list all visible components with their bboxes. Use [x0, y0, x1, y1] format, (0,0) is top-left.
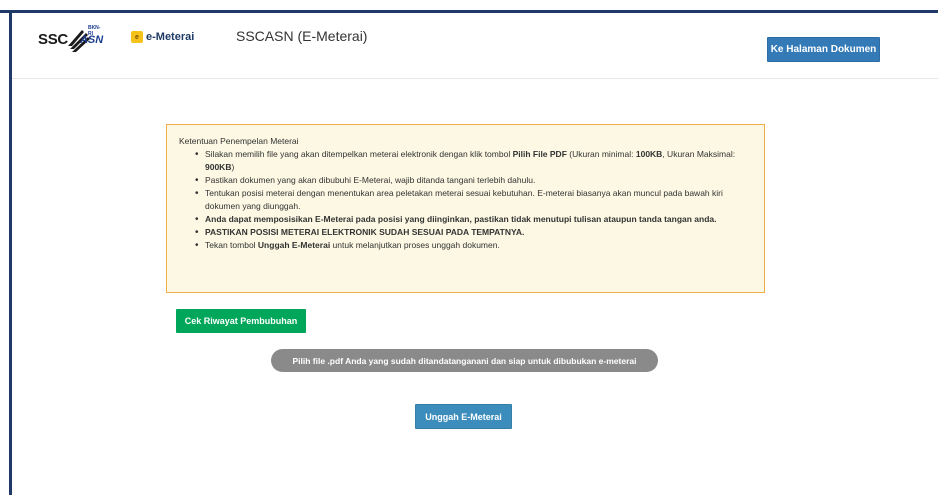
- logo-asn-text: ASN: [79, 34, 104, 46]
- document-page-button[interactable]: Ke Halaman Dokumen: [767, 37, 880, 62]
- logo-ssc-text: SSC: [38, 30, 68, 48]
- emeterai-logo-text: e-Meterai: [146, 31, 195, 43]
- notice-panel: Ketentuan Penempelan Meterai Silakan mem…: [166, 124, 765, 293]
- app-title: SSCASN (E-Meterai): [236, 28, 368, 44]
- notice-item: Silakan memilih file yang akan ditempelk…: [195, 148, 754, 174]
- choose-pdf-file-button[interactable]: Pilih file .pdf Anda yang sudah ditandat…: [271, 349, 658, 372]
- notice-list: Silakan memilih file yang akan ditempelk…: [195, 148, 754, 252]
- sscasn-logo[interactable]: SSC BKN-RI ASN: [38, 24, 104, 54]
- window-frame-top: [0, 0, 938, 13]
- upload-emeterai-button[interactable]: Unggah E-Meterai: [415, 404, 512, 429]
- notice-item: Anda dapat memposisikan E-Meterai pada p…: [195, 213, 754, 226]
- emeterai-icon: e: [131, 31, 143, 43]
- notice-item: PASTIKAN POSISI METERAI ELEKTRONIK SUDAH…: [195, 226, 754, 239]
- check-history-button[interactable]: Cek Riwayat Pembubuhan: [176, 309, 306, 333]
- notice-item: Tentukan posisi meterai dengan menentuka…: [195, 187, 754, 213]
- asn-logo-mark: BKN-RI ASN: [66, 24, 104, 54]
- emeterai-logo: e e-Meterai: [131, 31, 194, 43]
- notice-title: Ketentuan Penempelan Meterai: [179, 136, 299, 146]
- notice-item: Pastikan dokumen yang akan dibubuhi E-Me…: [195, 174, 754, 187]
- window-frame-left: [9, 10, 12, 495]
- notice-item: Tekan tombol Unggah E-Meterai untuk mela…: [195, 239, 754, 252]
